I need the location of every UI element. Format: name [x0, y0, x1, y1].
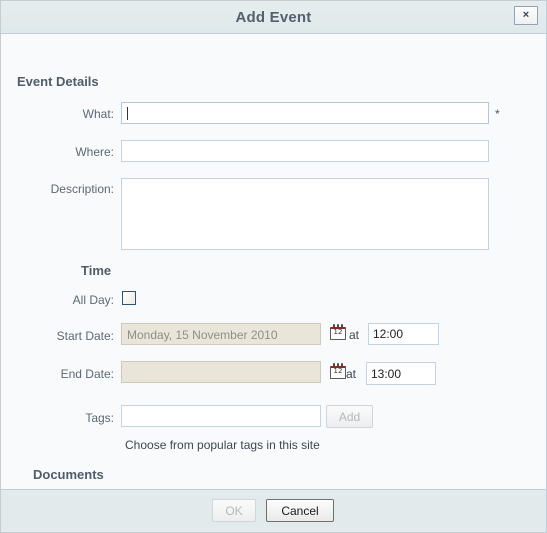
end-time-input[interactable]	[366, 362, 436, 385]
start-at-label: at	[349, 328, 360, 342]
tags-label: Tags:	[85, 411, 114, 425]
dialog-footer: OK Cancel	[1, 489, 546, 532]
cancel-button[interactable]: Cancel	[266, 499, 334, 522]
section-heading-event-details: Event Details	[17, 74, 99, 89]
start-date-field[interactable]: Monday, 15 November 2010	[121, 323, 321, 345]
all-day-label: All Day:	[72, 293, 114, 307]
dialog-title: Add Event	[235, 8, 312, 26]
add-event-dialog: Add Event × Event Details What: * Where:…	[0, 0, 547, 533]
end-date-field[interactable]	[121, 361, 321, 383]
what-label: What:	[82, 107, 114, 121]
calendar-icon[interactable]: 12	[330, 324, 346, 340]
all-day-checkbox[interactable]	[122, 291, 136, 305]
end-date-label: End Date:	[60, 367, 114, 381]
tags-input[interactable]	[121, 405, 321, 427]
description-label: Description:	[50, 182, 114, 196]
calendar-icon-day: 12	[333, 328, 343, 336]
description-textarea[interactable]	[121, 178, 489, 250]
where-input[interactable]	[121, 140, 489, 162]
dialog-titlebar: Add Event ×	[1, 1, 546, 34]
calendar-icon-day: 12	[333, 367, 343, 375]
section-heading-time: Time	[81, 263, 112, 278]
required-asterisk: *	[495, 107, 500, 121]
add-tag-button[interactable]: Add	[326, 405, 373, 428]
dialog-body: Event Details What: * Where: Description…	[1, 34, 546, 489]
end-at-label: at	[346, 367, 357, 381]
what-input[interactable]	[121, 102, 489, 124]
close-icon[interactable]: ×	[514, 6, 538, 25]
text-caret	[127, 107, 128, 120]
ok-button[interactable]: OK	[212, 499, 256, 522]
start-time-input[interactable]	[368, 323, 439, 345]
start-date-label: Start Date:	[56, 329, 114, 343]
section-heading-documents: Documents	[33, 467, 104, 482]
where-label: Where:	[75, 145, 114, 159]
calendar-icon[interactable]: 12	[330, 363, 346, 379]
tags-hint[interactable]: Choose from popular tags in this site	[125, 438, 320, 452]
